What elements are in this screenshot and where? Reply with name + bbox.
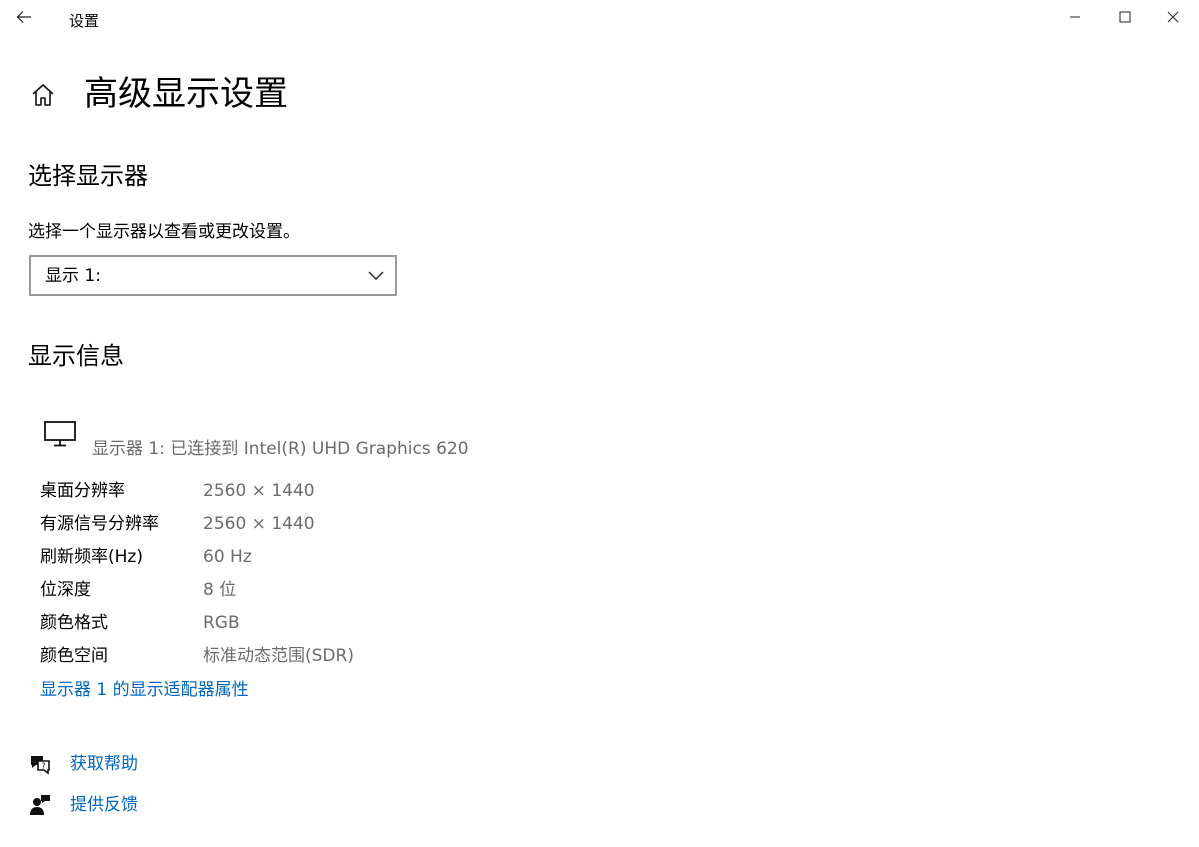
minimize-icon [1070, 16, 1080, 18]
maximize-button[interactable] [1099, 0, 1151, 34]
app-title: 设置 [69, 12, 100, 30]
info-row-bit-depth: 位深度 8 位 [40, 578, 640, 611]
info-row-color-space: 颜色空间 标准动态范围(SDR) [40, 644, 640, 677]
chat-help-icon: ? [31, 756, 50, 775]
info-value: 8 位 [203, 580, 237, 600]
display-select-dropdown[interactable]: 显示 1: [29, 255, 397, 296]
display-info-heading: 显示信息 [28, 342, 124, 370]
select-display-heading: 选择显示器 [28, 162, 148, 190]
chevron-down-icon [368, 271, 384, 280]
info-row-refresh-rate: 刷新频率(Hz) 60 Hz [40, 545, 640, 578]
monitor-icon [44, 421, 76, 447]
maximize-icon [1119, 11, 1131, 23]
info-row-desktop-resolution: 桌面分辨率 2560 × 1440 [40, 479, 640, 512]
feedback-icon [30, 795, 50, 815]
back-arrow-icon [16, 11, 31, 23]
info-label: 位深度 [40, 580, 91, 600]
info-value: 2560 × 1440 [203, 514, 315, 534]
info-row-active-signal-resolution: 有源信号分辨率 2560 × 1440 [40, 512, 640, 545]
info-value: 2560 × 1440 [203, 481, 315, 501]
select-display-description: 选择一个显示器以查看或更改设置。 [28, 222, 300, 242]
home-button[interactable] [28, 80, 58, 110]
back-button[interactable] [0, 0, 48, 34]
info-label: 有源信号分辨率 [40, 514, 159, 534]
info-row-color-format: 颜色格式 RGB [40, 611, 640, 644]
home-icon [32, 84, 54, 106]
page-title: 高级显示设置 [84, 74, 288, 114]
info-label: 桌面分辨率 [40, 481, 125, 501]
close-icon [1167, 11, 1179, 23]
display-select-value: 显示 1: [45, 266, 101, 286]
svg-text:?: ? [41, 762, 45, 771]
close-button[interactable] [1147, 0, 1199, 34]
info-value: 60 Hz [203, 547, 252, 567]
get-help-link[interactable]: 获取帮助 [70, 752, 138, 776]
display-adapter-properties-link[interactable]: 显示器 1 的显示适配器属性 [40, 678, 249, 702]
info-label: 颜色格式 [40, 613, 108, 633]
give-feedback-link[interactable]: 提供反馈 [70, 793, 138, 817]
minimize-button[interactable] [1049, 0, 1101, 34]
info-label: 刷新频率(Hz) [40, 547, 143, 567]
info-value: 标准动态范围(SDR) [203, 646, 354, 666]
monitor-label: 显示器 1: 已连接到 Intel(R) UHD Graphics 620 [92, 439, 469, 459]
info-value: RGB [203, 613, 240, 633]
info-label: 颜色空间 [40, 646, 108, 666]
